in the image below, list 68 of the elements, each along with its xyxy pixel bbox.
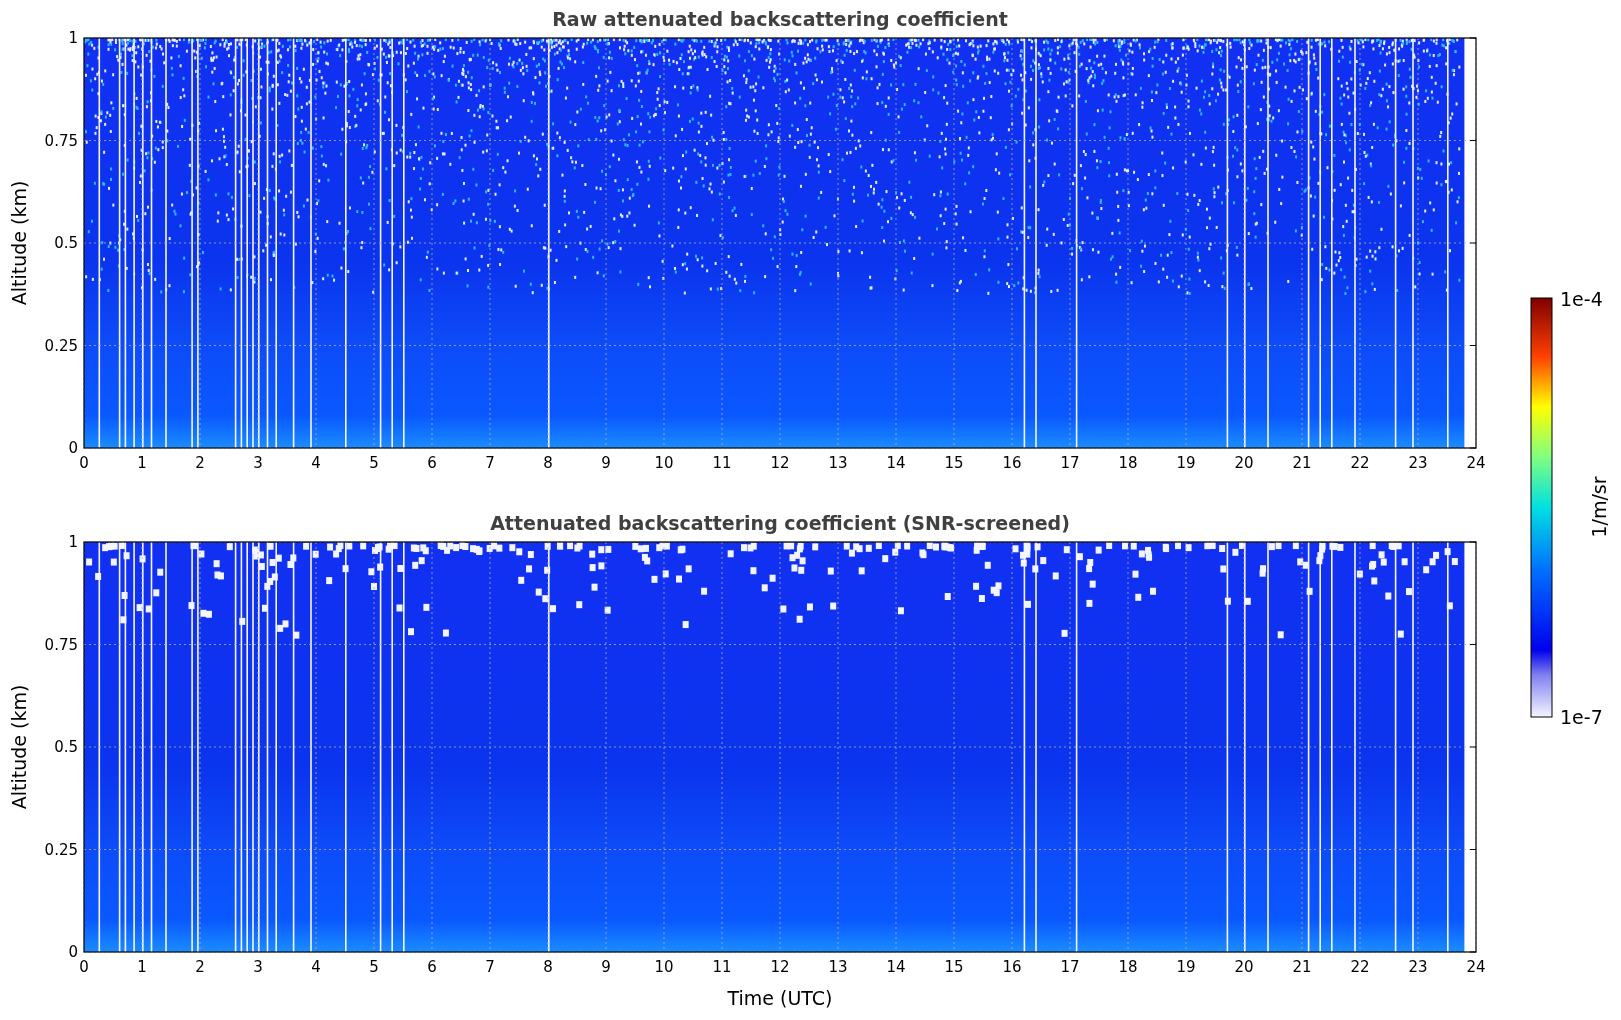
chart-title: Raw attenuated backscattering coefficient xyxy=(552,8,1008,30)
x-tick-label: 4 xyxy=(311,454,321,472)
x-tick-label: 5 xyxy=(369,958,379,976)
x-tick-label: 10 xyxy=(654,454,674,472)
x-tick-label: 2 xyxy=(195,454,205,472)
x-tick-label: 18 xyxy=(1118,454,1138,472)
x-tick-label: 11 xyxy=(712,958,732,976)
x-tick-label: 5 xyxy=(369,454,379,472)
x-tick-label: 20 xyxy=(1234,454,1254,472)
x-tick-label: 1 xyxy=(137,454,147,472)
x-tick-label: 3 xyxy=(253,958,263,976)
x-tick-label: 19 xyxy=(1176,454,1196,472)
x-tick-label: 21 xyxy=(1292,454,1312,472)
x-tick-label: 16 xyxy=(1002,958,1022,976)
x-tick-label: 3 xyxy=(253,454,263,472)
x-tick-label: 10 xyxy=(654,958,674,976)
chart-title: Attenuated backscattering coefficient (SNR-screened) xyxy=(490,512,1070,534)
x-tick-label: 13 xyxy=(828,454,848,472)
y-tick-label: 1 xyxy=(68,29,78,47)
x-tick-label: 11 xyxy=(712,454,732,472)
x-tick-label: 22 xyxy=(1350,958,1370,976)
y-tick-label: 0 xyxy=(68,439,78,457)
x-tick-label: 4 xyxy=(311,958,321,976)
x-tick-label: 15 xyxy=(944,958,964,976)
colorbar-max-label: 1e-4 xyxy=(1560,288,1603,310)
x-tick-label: 0 xyxy=(79,958,89,976)
x-tick-label: 9 xyxy=(601,454,611,472)
x-tick-label: 21 xyxy=(1292,958,1312,976)
x-tick-label: 8 xyxy=(543,958,553,976)
x-tick-label: 6 xyxy=(427,454,437,472)
x-tick-label: 23 xyxy=(1408,958,1428,976)
x-tick-label: 22 xyxy=(1350,454,1370,472)
colorbar-unit-label: 1/m/sr xyxy=(1588,476,1610,538)
x-tick-label: 9 xyxy=(601,958,611,976)
y-tick-label: 0.75 xyxy=(44,131,78,150)
x-tick-label: 13 xyxy=(828,958,848,976)
x-tick-label: 17 xyxy=(1060,454,1080,472)
x-tick-label: 12 xyxy=(770,454,790,472)
x-tick-label: 14 xyxy=(886,454,906,472)
y-tick-label: 0.75 xyxy=(44,635,78,654)
x-tick-label: 15 xyxy=(944,454,964,472)
colorbar-min-label: 1e-7 xyxy=(1560,706,1603,728)
y-tick-label: 0.5 xyxy=(54,738,78,756)
x-tick-label: 23 xyxy=(1408,454,1428,472)
y-tick-label: 0.25 xyxy=(44,840,78,859)
x-tick-label: 2 xyxy=(195,958,205,976)
x-axis-label: Time (UTC) xyxy=(727,987,833,1009)
x-tick-label: 20 xyxy=(1234,958,1254,976)
x-tick-label: 17 xyxy=(1060,958,1080,976)
x-tick-label: 14 xyxy=(886,958,906,976)
x-tick-label: 1 xyxy=(137,958,147,976)
x-tick-label: 16 xyxy=(1002,454,1022,472)
y-tick-label: 0.25 xyxy=(44,336,78,355)
x-tick-label: 6 xyxy=(427,958,437,976)
x-tick-label: 7 xyxy=(485,958,495,976)
y-tick-label: 0 xyxy=(68,943,78,961)
x-tick-label: 7 xyxy=(485,454,495,472)
x-tick-label: 18 xyxy=(1118,958,1138,976)
x-tick-label: 24 xyxy=(1466,454,1486,472)
x-tick-label: 24 xyxy=(1466,958,1486,976)
x-tick-label: 12 xyxy=(770,958,790,976)
y-axis-label: Altitude (km) xyxy=(8,180,30,306)
x-tick-label: 19 xyxy=(1176,958,1196,976)
y-axis-label: Altitude (km) xyxy=(8,684,30,810)
x-tick-label: 0 xyxy=(79,454,89,472)
y-tick-label: 0.5 xyxy=(54,234,78,252)
y-tick-label: 1 xyxy=(68,533,78,551)
x-tick-label: 8 xyxy=(543,454,553,472)
